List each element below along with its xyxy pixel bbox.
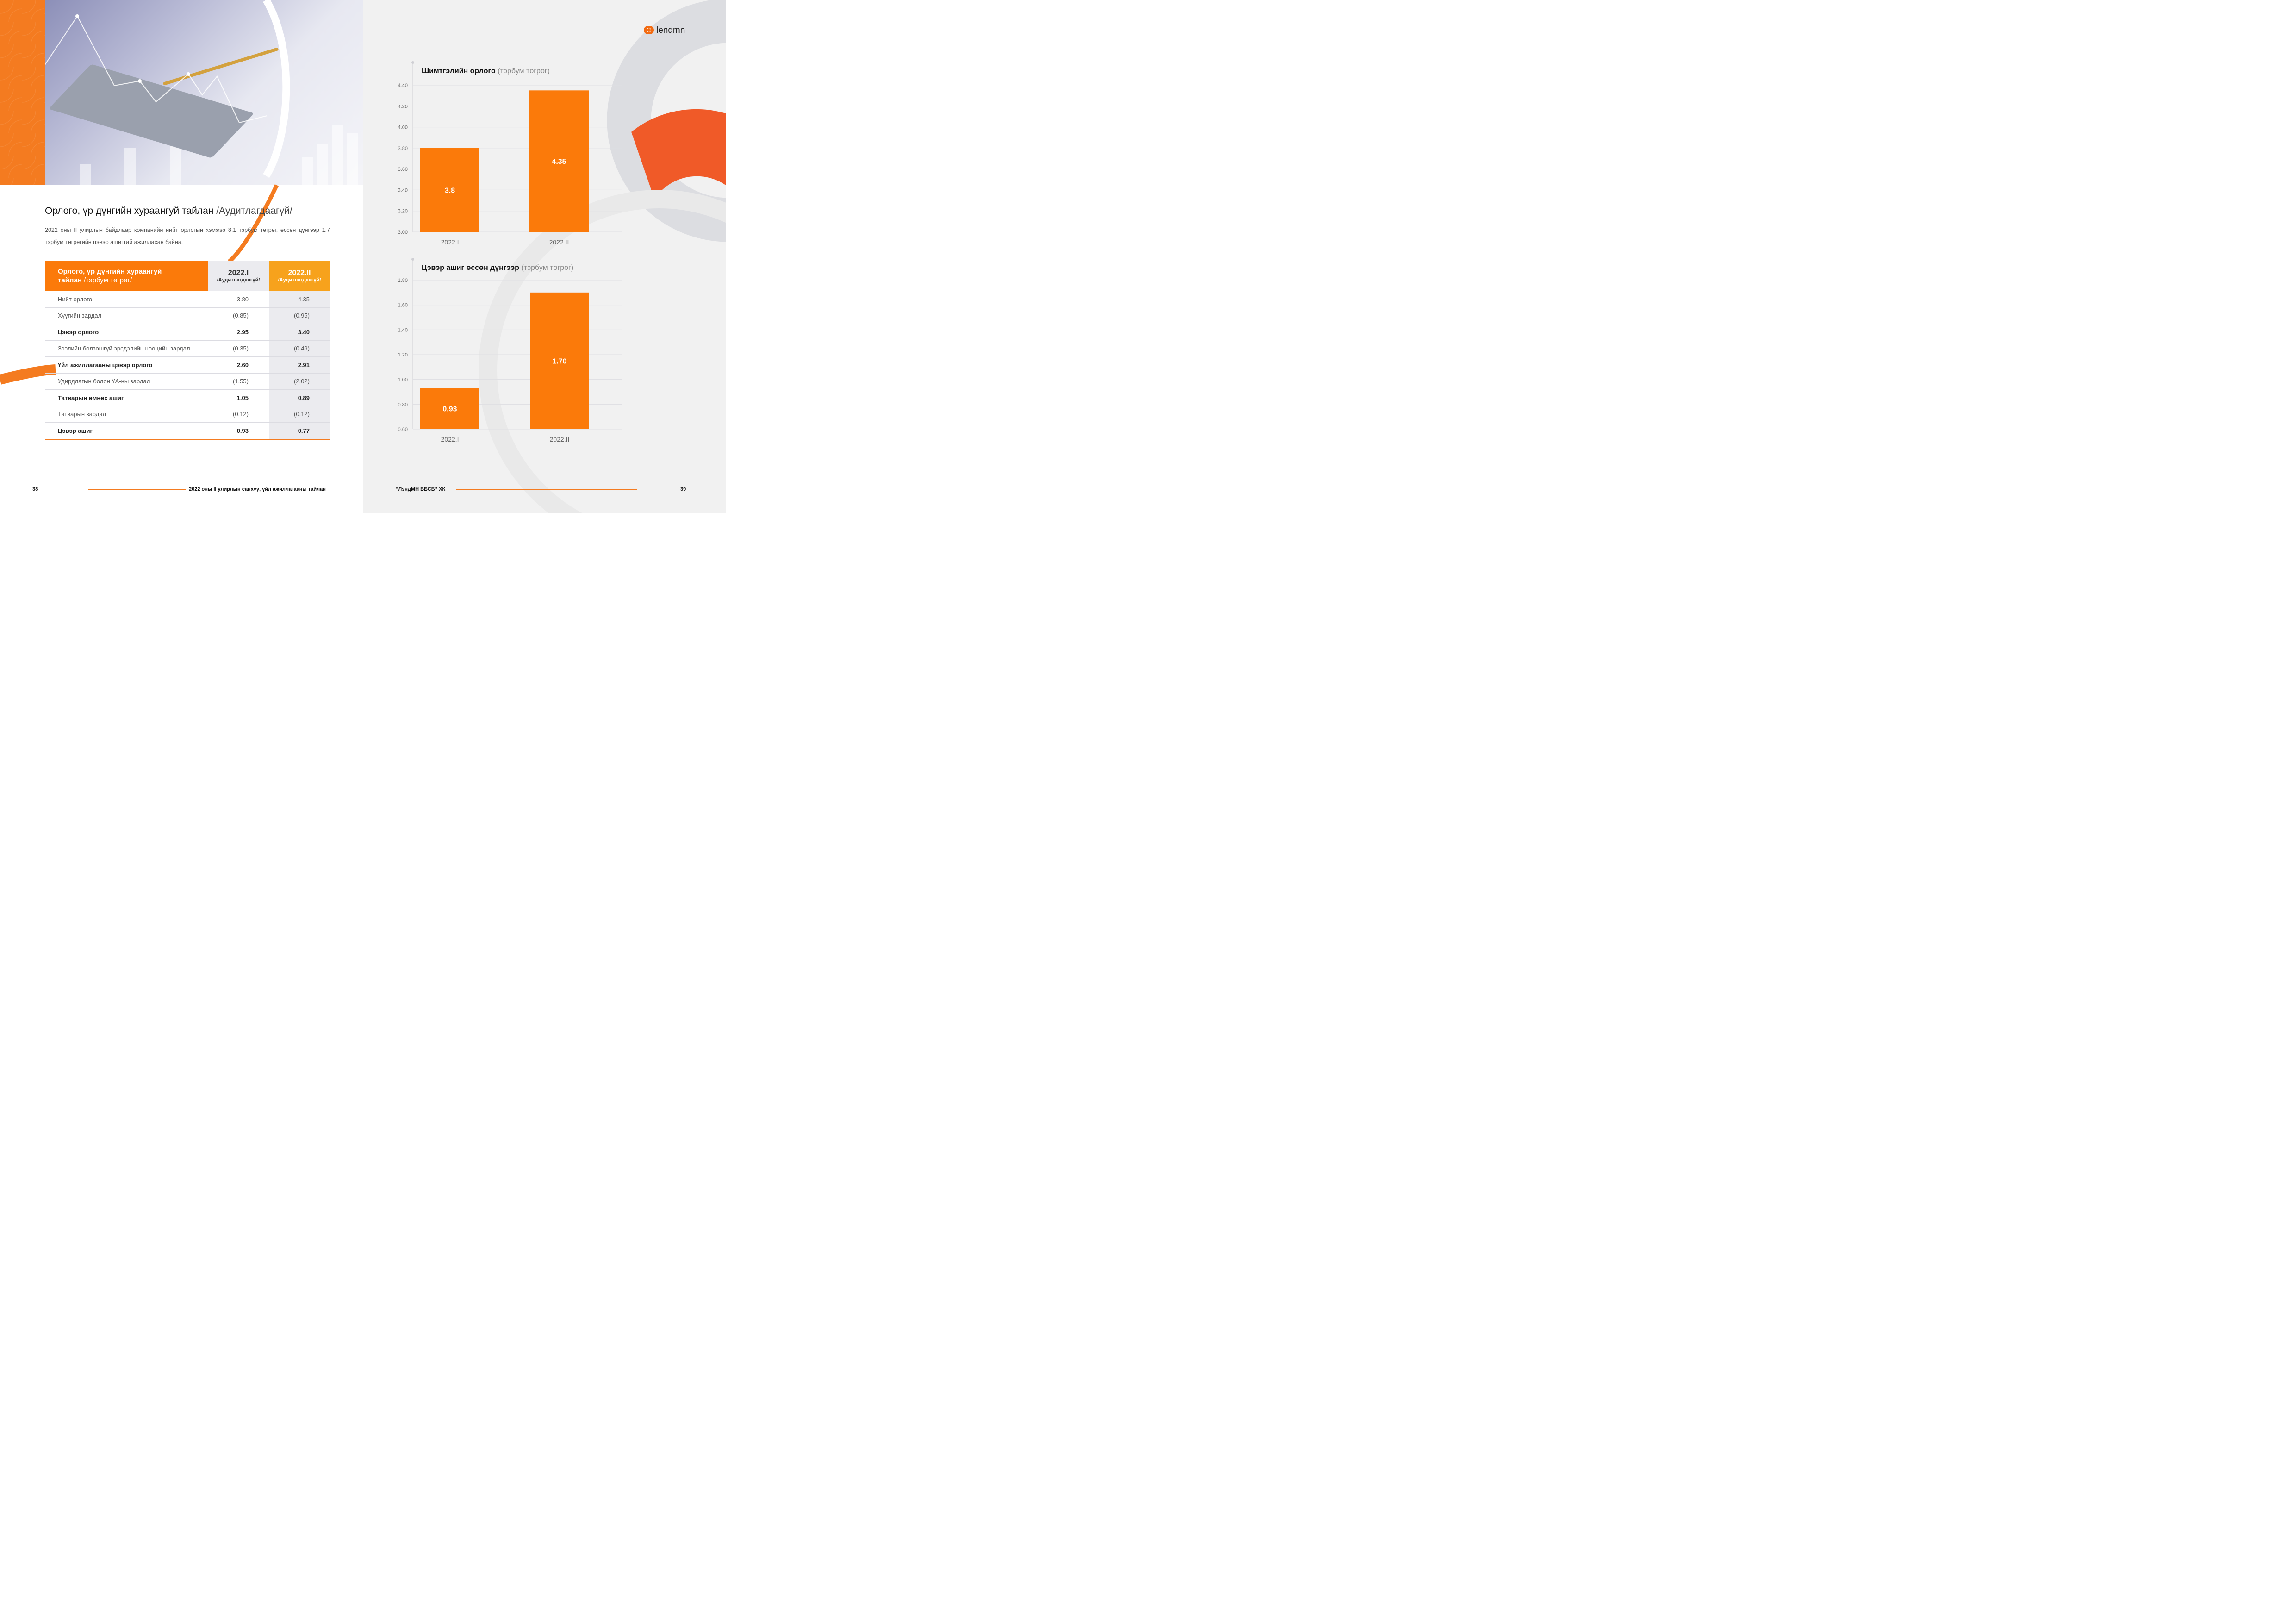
table-row: Татварын зардал (0.12) (0.12) [45, 406, 330, 423]
y-tick-label: 4.00 [398, 125, 408, 131]
col2-note: /Аудитлагдаагүй/ [278, 277, 321, 283]
bar-value-label: 4.35 [552, 158, 566, 166]
value-2022-2: 4.35 [269, 291, 330, 308]
value-2022-2: (2.02) [269, 373, 330, 390]
lendmn-logo-icon [644, 26, 654, 34]
value-2022-1: 2.95 [208, 324, 269, 341]
header-unit: /тэрбум төгрөг/ [84, 276, 132, 284]
report-title-suffix: /Аудитлагдаагүй/ [216, 206, 292, 216]
value-2022-1: (1.55) [208, 373, 269, 390]
y-tick-label: 4.20 [398, 104, 408, 109]
y-tick-label: 1.00 [398, 377, 408, 383]
bar-value-label: 0.93 [442, 406, 457, 413]
y-tick-label: 4.40 [398, 83, 408, 88]
table-row: Цэвэр ашиг 0.93 0.77 [45, 422, 330, 440]
value-2022-1: 0.93 [208, 422, 269, 440]
table-row: Удирдлагын болон ҮА-ны зардал (1.55) (2.02… [45, 373, 330, 390]
y-tick-label: 3.80 [398, 146, 408, 151]
table-row: Зээлийн болзошгүй эрсдэлийн нөөцийн зард… [45, 340, 330, 357]
table-row: Цэвэр орлого 2.95 3.40 [45, 324, 330, 341]
chart-net-profit: 0.60 0.80 1.00 1.20 1.40 1.60 1.80 0.93 2022.I 1.… [398, 258, 622, 443]
row-label: Татварын өмнөх ашиг [45, 389, 208, 406]
report-title: Орлого, үр дүнгийн хураангуй тайлан /Ауд… [45, 206, 292, 217]
row-label: Татварын зардал [45, 406, 208, 423]
lendmn-logo: lendmn [644, 25, 685, 36]
x-category-label: 2022.I [441, 238, 459, 246]
value-2022-1: (0.12) [208, 406, 269, 423]
value-2022-1: 1.05 [208, 389, 269, 406]
table-row: Хүүгийн зардал (0.85) (0.95) [45, 307, 330, 324]
y-tick-label: 3.60 [398, 167, 408, 172]
table-row: Үйл ажиллагааны цэвэр орлого 2.60 2.91 [45, 356, 330, 374]
header-title-line1: Орлого, үр дүнгийн хураангуй [58, 268, 162, 275]
col1-year: 2022.I [228, 269, 249, 277]
y-tick-label: 3.00 [398, 230, 408, 235]
row-label: Удирдлагын болон ҮА-ны зардал [45, 373, 208, 390]
chart-fee-income: 3.00 3.20 3.40 3.60 3.80 4.00 4.20 4.40 3.8 2022.… [398, 61, 622, 246]
value-2022-2: 2.91 [269, 356, 330, 374]
value-2022-2: 0.77 [269, 422, 330, 440]
value-2022-1: 2.60 [208, 356, 269, 374]
value-2022-2: 3.40 [269, 324, 330, 341]
left-page-number: 38 [32, 487, 38, 492]
x-category-label: 2022.I [441, 436, 459, 443]
y-tick-label: 0.60 [398, 427, 408, 432]
y-tick-label: 1.80 [398, 278, 408, 283]
y-tick-label: 1.20 [398, 352, 408, 358]
logo-text: lendmn [656, 25, 685, 35]
left-footer-line [88, 489, 186, 490]
col2-year: 2022.II [288, 269, 311, 277]
x-category-label: 2022.II [549, 238, 569, 246]
table-header-2022-2: 2022.II /Аудитлагдаагүй/ [269, 261, 330, 291]
bar-value-label: 3.8 [445, 187, 455, 194]
income-summary-table: Орлого, үр дүнгийн хураангуй тайлан /тэр… [45, 261, 330, 440]
table-row: Татварын өмнөх ашиг 1.05 0.89 [45, 389, 330, 406]
right-footer-line [456, 489, 637, 490]
row-label: Цэвэр ашиг [45, 422, 208, 440]
header-title-line2: тайлан [58, 276, 82, 284]
row-label: Хүүгийн зардал [45, 307, 208, 324]
y-tick-label: 0.80 [398, 402, 408, 407]
row-label: Цэвэр орлого [45, 324, 208, 341]
value-2022-1: (0.35) [208, 340, 269, 357]
y-tick-label: 3.40 [398, 187, 408, 193]
value-2022-1: (0.85) [208, 307, 269, 324]
col1-note: /Аудитлагдаагүй/ [217, 277, 260, 283]
value-2022-2: 0.89 [269, 389, 330, 406]
bar-value-label: 1.70 [552, 357, 566, 365]
report-intro: 2022 оны II улирлын байдлаар компанийн н… [45, 227, 330, 245]
right-footer-company: “ЛэндМН ББСБ” ХК [396, 487, 446, 492]
table-header-title: Орлого, үр дүнгийн хураангуй тайлан /тэр… [45, 261, 208, 291]
table-header-2022-1: 2022.I /Аудитлагдаагүй/ [208, 261, 269, 291]
row-label: Үйл ажиллагааны цэвэр орлого [45, 356, 208, 374]
y-tick-label: 1.40 [398, 327, 408, 333]
row-label: Нийт орлого [45, 291, 208, 308]
left-footer-text: 2022 оны II улирлын санхүү, үйл ажиллага… [189, 487, 326, 492]
value-2022-2: (0.12) [269, 406, 330, 423]
x-category-label: 2022.II [550, 436, 570, 443]
report-title-text: Орлого, үр дүнгийн хураангуй тайлан [45, 206, 214, 216]
value-2022-2: (0.95) [269, 307, 330, 324]
right-page-number: 39 [680, 487, 686, 492]
table-row: Нийт орлого 3.80 4.35 [45, 291, 330, 308]
value-2022-1: 3.80 [208, 291, 269, 308]
row-label: Зээлийн болзошгүй эрсдэлийн нөөцийн зард… [45, 340, 208, 357]
y-tick-label: 3.20 [398, 209, 408, 214]
y-axis-knob [411, 61, 414, 64]
y-tick-label: 1.60 [398, 303, 408, 308]
y-axis-knob [411, 258, 414, 261]
value-2022-2: (0.49) [269, 340, 330, 357]
table-body: Нийт орлого 3.80 4.35 Хүүгийн зардал (0.85)(… [45, 291, 330, 440]
